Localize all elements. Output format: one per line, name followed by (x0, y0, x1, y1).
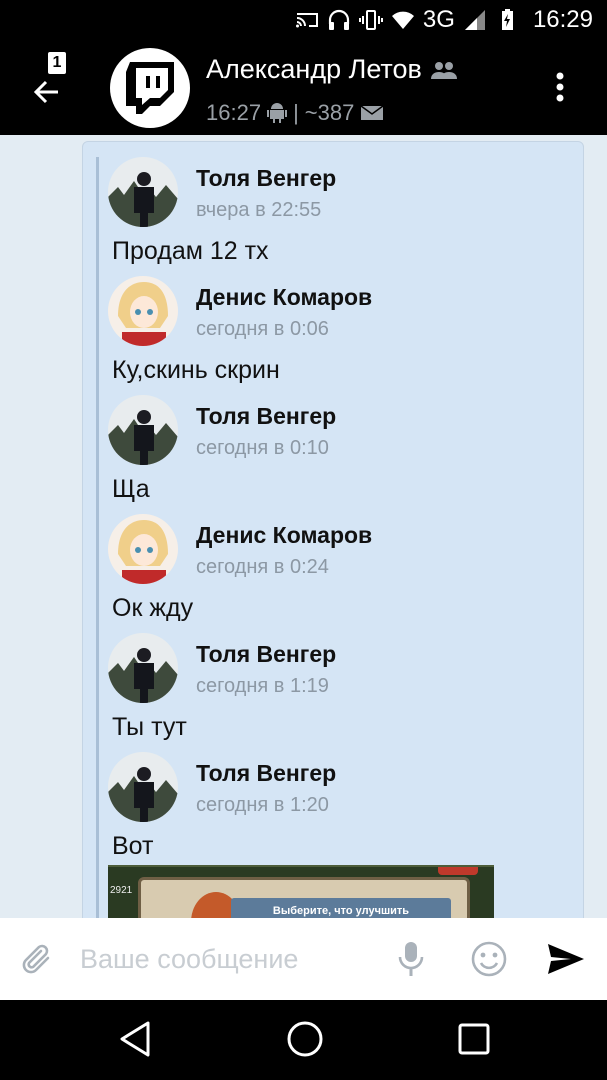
chat-title-text: Александр Летов (206, 54, 422, 84)
message-text: Ща (112, 475, 150, 503)
attach-icon[interactable] (20, 942, 54, 976)
avatar[interactable] (108, 633, 178, 703)
chat-header: 1 Александр Летов 16:27 | ~387 (0, 40, 607, 135)
battery-charging-icon (501, 9, 513, 30)
mail-icon (360, 105, 384, 120)
status-bar: 3G 16:29 (0, 0, 607, 40)
message-text: Вот (112, 832, 154, 860)
message-text: Ку,скинь скрин (112, 356, 280, 384)
chat-subtitle: 16:27 | ~387 (206, 100, 384, 126)
signal-icon (464, 10, 485, 30)
avatar[interactable] (108, 752, 178, 822)
author-name[interactable]: Толя Венгер (196, 165, 336, 192)
message-composer: Ваше сообщение (0, 918, 607, 1000)
network-type: 3G (422, 6, 455, 33)
message-text: Ок жду (112, 594, 194, 622)
nav-recents-icon[interactable] (457, 1022, 491, 1056)
game-counter: 2921 (110, 885, 133, 896)
vibrate-icon (358, 10, 383, 30)
send-icon[interactable] (546, 942, 586, 976)
avatar[interactable] (108, 395, 178, 465)
avatar[interactable] (108, 157, 178, 227)
nav-back-icon[interactable] (118, 1020, 152, 1058)
avatar[interactable] (108, 276, 178, 346)
game-dialog-title: Выберите, что улучшить (231, 898, 451, 918)
quote-bar (96, 157, 99, 918)
subtitle-separator: | (293, 100, 299, 125)
clock: 16:29 (532, 6, 593, 33)
avatar[interactable] (108, 514, 178, 584)
author-name[interactable]: Денис Комаров (196, 522, 372, 549)
anime-avatar (108, 276, 178, 346)
message-time: сегодня в 1:19 (196, 675, 329, 697)
author-name[interactable]: Денис Комаров (196, 284, 372, 311)
nav-home-icon[interactable] (286, 1020, 324, 1058)
message-time: вчера в 22:55 (196, 199, 322, 221)
chat-title[interactable]: Александр Летов (206, 54, 458, 85)
microphone-icon[interactable] (397, 940, 425, 978)
unread-badge: 1 (48, 52, 66, 74)
message-feed[interactable]: Толя Венгер вчера в 22:55 Продам 12 тх Д… (0, 135, 607, 918)
more-vert-icon[interactable] (548, 70, 572, 104)
headphones-icon (328, 9, 350, 30)
user-photo-avatar (108, 752, 178, 822)
message-time: сегодня в 0:06 (196, 318, 329, 340)
author-name[interactable]: Толя Венгер (196, 760, 336, 787)
game-close-tab (438, 867, 478, 875)
status-icons: 3G 16:29 (295, 6, 593, 34)
android-icon (267, 103, 288, 123)
user-photo-avatar (108, 157, 178, 227)
wifi-icon (391, 11, 414, 29)
message-input[interactable]: Ваше сообщение (80, 936, 380, 982)
twitch-logo-icon (126, 62, 174, 114)
author-name[interactable]: Толя Венгер (196, 641, 336, 668)
last-seen-time: 16:27 (206, 100, 262, 125)
message-count: ~387 (304, 100, 355, 125)
message-text: Продам 12 тх (112, 237, 269, 265)
anime-avatar (108, 514, 178, 584)
cast-icon (295, 13, 318, 28)
game-dialog: Выберите, что улучшить (138, 877, 470, 918)
back-arrow-icon[interactable] (30, 70, 70, 110)
image-attachment[interactable]: 2921 Выберите, что улучшить (108, 865, 494, 918)
message-text: Ты тут (112, 713, 187, 741)
user-photo-avatar (108, 633, 178, 703)
author-name[interactable]: Толя Венгер (196, 403, 336, 430)
message-time: сегодня в 0:24 (196, 556, 329, 578)
message-time: сегодня в 1:20 (196, 794, 329, 816)
emoji-icon[interactable] (470, 940, 508, 978)
chat-avatar[interactable] (110, 48, 190, 128)
message-time: сегодня в 0:10 (196, 437, 329, 459)
user-photo-avatar (108, 395, 178, 465)
group-chat-icon (430, 61, 457, 79)
system-nav-bar (0, 1000, 607, 1080)
